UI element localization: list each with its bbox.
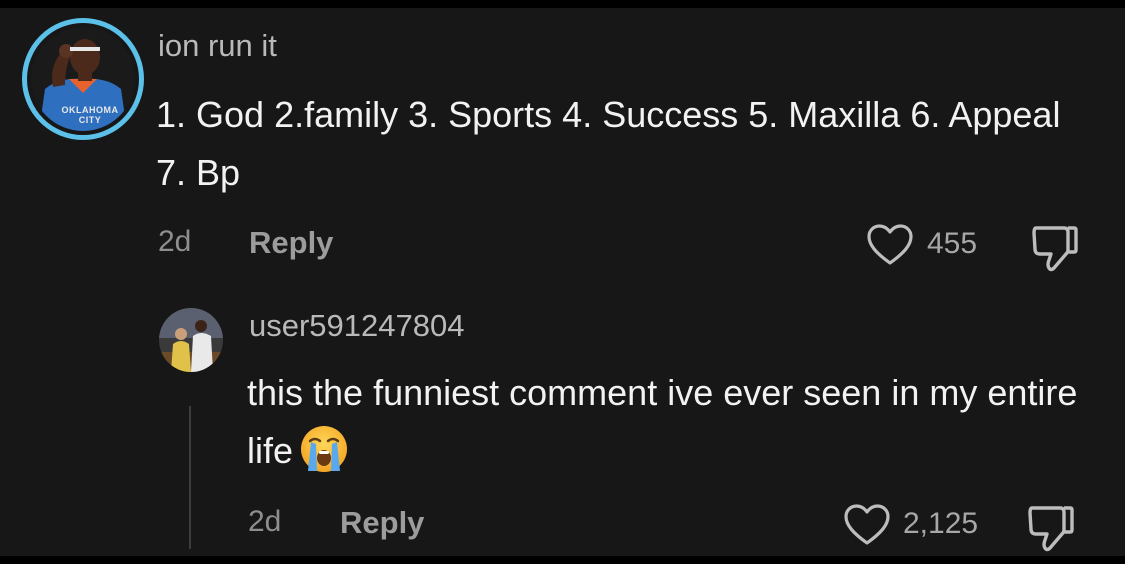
reply-timestamp: 2d <box>248 505 282 538</box>
loudly-crying-face-icon <box>301 426 348 473</box>
reply-button[interactable]: Reply <box>249 225 333 261</box>
reply-username[interactable]: user591247804 <box>249 308 464 344</box>
thumbs-down-icon[interactable] <box>1030 222 1080 274</box>
thread-line <box>189 406 191 549</box>
reply-like-count: 2,125 <box>903 507 979 540</box>
jersey-lettering: OKLAHOMA CITY <box>55 105 125 125</box>
commenter-avatar[interactable]: OKLAHOMA CITY <box>22 18 144 140</box>
thumbs-down-icon[interactable] <box>1026 502 1076 554</box>
reply-text-block: this the funniest comment ive ever seen … <box>247 364 1107 480</box>
comment-username[interactable]: ion run it <box>158 28 277 64</box>
comment-timestamp: 2d <box>158 225 192 258</box>
heart-icon[interactable] <box>866 223 914 267</box>
reply-reply-button[interactable]: Reply <box>340 505 424 541</box>
comments-panel: OKLAHOMA CITY ion run it 1. God 2.family… <box>0 8 1125 556</box>
jersey-line2: CITY <box>78 115 102 125</box>
reply-text: this the funniest comment ive ever seen … <box>247 372 1078 471</box>
comment-text: 1. God 2.family 3. Sports 4. Success 5. … <box>156 94 1061 193</box>
heart-icon[interactable] <box>843 503 891 547</box>
like-count: 455 <box>927 227 978 260</box>
reply-avatar[interactable] <box>159 308 223 372</box>
jersey-line1: OKLAHOMA <box>61 105 119 115</box>
reply-avatar-image <box>159 308 223 372</box>
